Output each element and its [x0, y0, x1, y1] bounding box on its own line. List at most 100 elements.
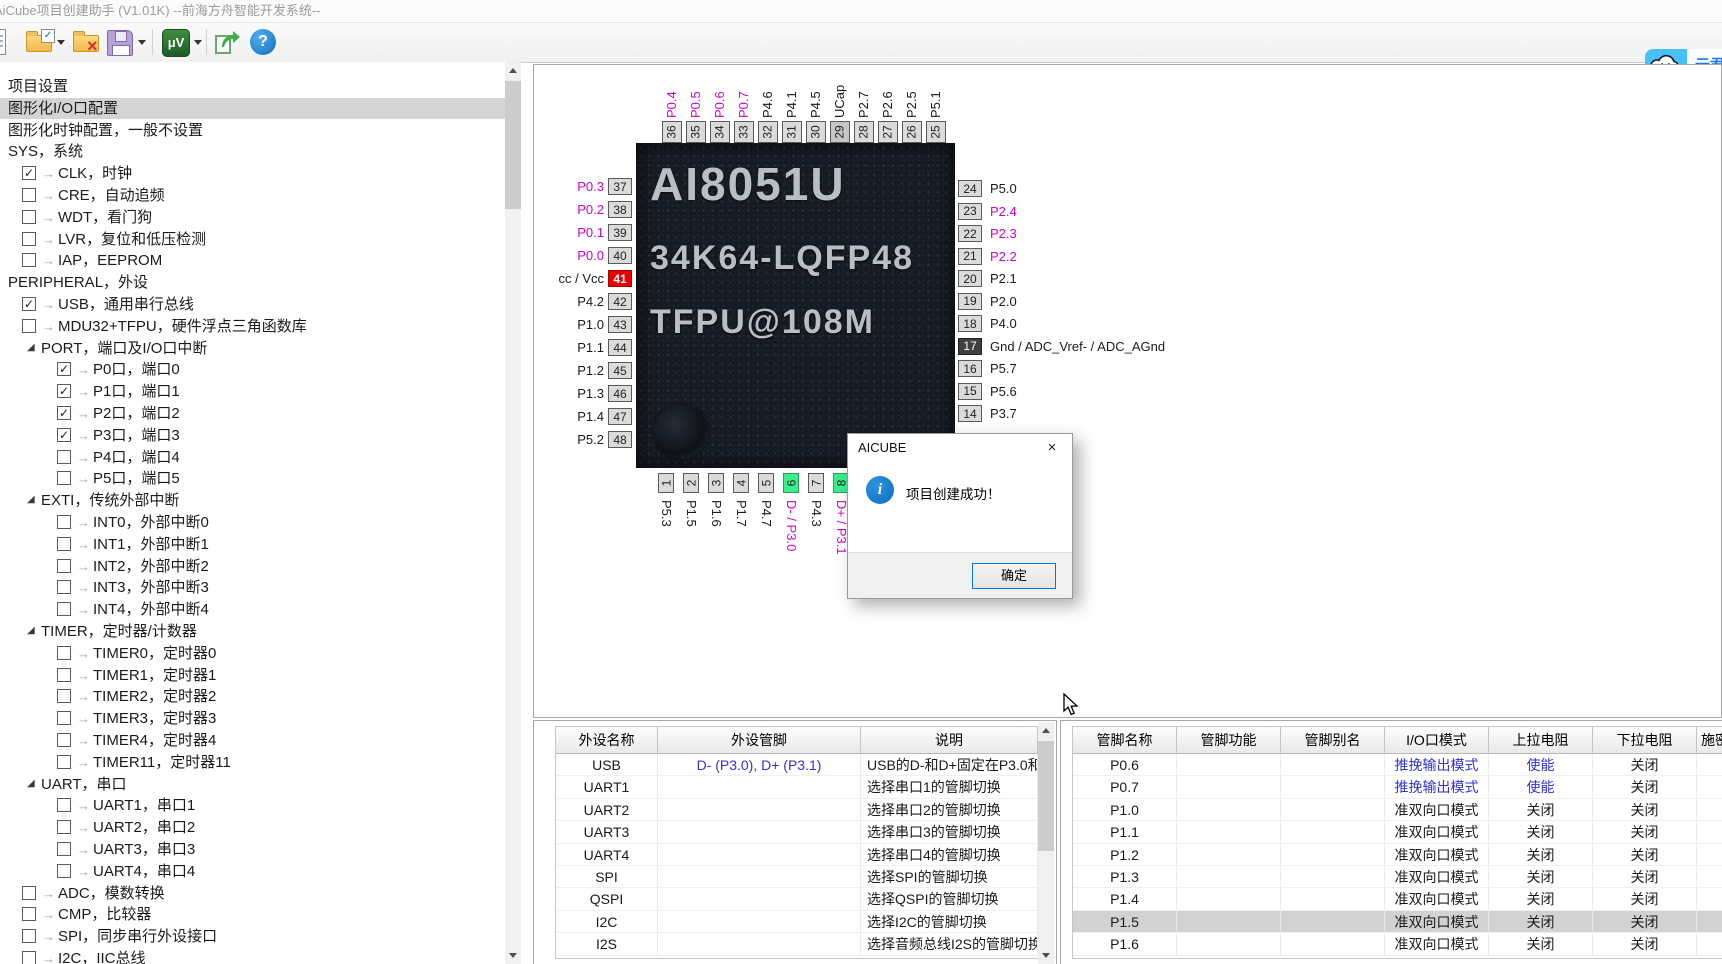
table-cell[interactable]: 关闭	[1489, 888, 1593, 910]
table-cell[interactable]: 关闭	[1489, 821, 1593, 843]
pin-35[interactable]: 35	[686, 121, 706, 143]
goto-arrow-icon[interactable]: →	[42, 948, 55, 964]
table-cell[interactable]	[1697, 776, 1722, 798]
goto-arrow-icon[interactable]: →	[77, 512, 90, 533]
pin-14[interactable]: 14	[958, 405, 982, 422]
tree-item[interactable]: 项目设置	[0, 76, 505, 97]
table-cell[interactable]: UART1	[556, 776, 658, 798]
tree-item[interactable]: →TIMER0，定时器0	[0, 643, 505, 664]
tree-item[interactable]: →WDT，看门狗	[0, 207, 505, 228]
column-header[interactable]: 管脚别名	[1281, 727, 1385, 754]
pin-18[interactable]: 18	[958, 315, 982, 332]
tree-item[interactable]: →P4口，端口4	[0, 447, 505, 468]
scroll-up-icon[interactable]	[1038, 722, 1054, 739]
column-header[interactable]: I/O口模式	[1385, 727, 1489, 754]
table-cell[interactable]	[1177, 888, 1281, 910]
tree-item[interactable]: →CRE，自动追频	[0, 185, 505, 206]
table-cell[interactable]	[658, 866, 861, 888]
goto-arrow-icon[interactable]: →	[42, 926, 55, 947]
table-cell[interactable]: P1.5	[1073, 911, 1177, 933]
help-icon[interactable]: ?	[248, 27, 278, 57]
column-header[interactable]: 外设管脚	[658, 727, 861, 754]
goto-arrow-icon[interactable]: →	[77, 643, 90, 664]
ok-button[interactable]: 确定	[972, 563, 1056, 589]
tree-item[interactable]: ✓→P3口，端口3	[0, 425, 505, 446]
checkbox[interactable]	[57, 668, 71, 682]
tree-item[interactable]: 图形化I/O口配置	[0, 98, 505, 119]
pin-15[interactable]: 15	[958, 383, 982, 400]
tree-item[interactable]: →UART4，串口4	[0, 861, 505, 882]
table-cell[interactable]: USB的D-和D+固定在P3.0和P...	[861, 754, 1038, 776]
checkbox[interactable]	[22, 951, 36, 964]
tree-item[interactable]: →UART1，串口1	[0, 795, 505, 816]
checkbox[interactable]	[57, 842, 71, 856]
tree-item[interactable]: →P5口，端口5	[0, 468, 505, 489]
tree-item[interactable]: →I2C，IIC总线	[0, 948, 505, 964]
tree-item[interactable]: PERIPHERAL，外设	[0, 272, 505, 293]
goto-arrow-icon[interactable]: →	[77, 599, 90, 620]
pin-20[interactable]: 20	[958, 270, 982, 287]
goto-arrow-icon[interactable]: →	[77, 817, 90, 838]
goto-arrow-icon[interactable]: →	[77, 534, 90, 555]
goto-arrow-icon[interactable]: →	[77, 447, 90, 468]
column-header[interactable]: 说明	[861, 727, 1038, 754]
pin-2[interactable]: 2	[683, 473, 699, 493]
column-header[interactable]: 管脚名称	[1073, 727, 1177, 754]
table-cell[interactable]	[1177, 844, 1281, 866]
table-cell[interactable]: 选择串口2的管脚切换	[861, 799, 1038, 821]
open-project-folder-icon[interactable]: ✓	[25, 27, 55, 57]
table-cell[interactable]	[1281, 866, 1385, 888]
pin-16[interactable]: 16	[958, 360, 982, 377]
pin-19[interactable]: 19	[958, 293, 982, 310]
table-cell[interactable]	[1697, 844, 1722, 866]
pin-25[interactable]: 25	[926, 121, 946, 143]
table-cell[interactable]	[1697, 754, 1722, 776]
goto-arrow-icon[interactable]: →	[42, 163, 55, 184]
tree-item[interactable]: →MDU32+TFPU，硬件浮点三角函数库	[0, 316, 505, 337]
table-cell[interactable]	[1281, 888, 1385, 910]
tree-item[interactable]: →CMP，比较器	[0, 904, 505, 925]
table-cell[interactable]: 准双向口模式	[1385, 933, 1489, 955]
table-cell[interactable]: 关闭	[1489, 799, 1593, 821]
table-cell[interactable]: P0.7	[1073, 776, 1177, 798]
tree-scrollbar[interactable]	[505, 62, 521, 964]
goto-arrow-icon[interactable]: →	[42, 229, 55, 250]
table-cell[interactable]: 关闭	[1593, 933, 1697, 955]
tree-item[interactable]: →INT1，外部中断1	[0, 534, 505, 555]
checkbox[interactable]	[57, 559, 71, 573]
table-cell[interactable]: 关闭	[1593, 754, 1697, 776]
keil-dropdown-icon[interactable]	[194, 40, 202, 45]
tree-expand-icon[interactable]: ◢	[27, 779, 35, 789]
pin-4[interactable]: 4	[733, 473, 749, 493]
checkbox[interactable]	[57, 689, 71, 703]
table-cell[interactable]	[658, 844, 861, 866]
checkbox[interactable]	[57, 471, 71, 485]
checkbox[interactable]	[57, 755, 71, 769]
tree-item[interactable]: ✓→USB，通用串行总线	[0, 294, 505, 315]
pin-45[interactable]: 45	[608, 362, 632, 379]
table-cell[interactable]: 准双向口模式	[1385, 911, 1489, 933]
checkbox[interactable]	[57, 733, 71, 747]
table-cell[interactable]: UART2	[556, 799, 658, 821]
checkbox[interactable]	[57, 450, 71, 464]
table-cell[interactable]	[1281, 844, 1385, 866]
goto-arrow-icon[interactable]: →	[77, 577, 90, 598]
tree-item[interactable]: SYS，系统	[0, 141, 505, 162]
close-icon[interactable]: ×	[1040, 438, 1064, 458]
table-cell[interactable]: USB	[556, 754, 658, 776]
checkbox[interactable]: ✓	[57, 428, 71, 442]
pin-6[interactable]: 6	[783, 473, 799, 493]
table-cell[interactable]: 选择SPI的管脚切换	[861, 866, 1038, 888]
pin-21[interactable]: 21	[958, 248, 982, 265]
keil-icon[interactable]: μV	[160, 27, 190, 57]
checkbox[interactable]	[57, 646, 71, 660]
table-cell[interactable]: 关闭	[1593, 844, 1697, 866]
tree-item[interactable]: →TIMER3，定时器3	[0, 708, 505, 729]
pin-42[interactable]: 42	[608, 293, 632, 310]
checkbox[interactable]	[22, 210, 36, 224]
table-cell[interactable]	[1177, 821, 1281, 843]
table-cell[interactable]	[1697, 821, 1722, 843]
pin-23[interactable]: 23	[958, 203, 982, 220]
table-cell[interactable]: 关闭	[1489, 933, 1593, 955]
tree-item[interactable]: →ADC，模数转换	[0, 883, 505, 904]
